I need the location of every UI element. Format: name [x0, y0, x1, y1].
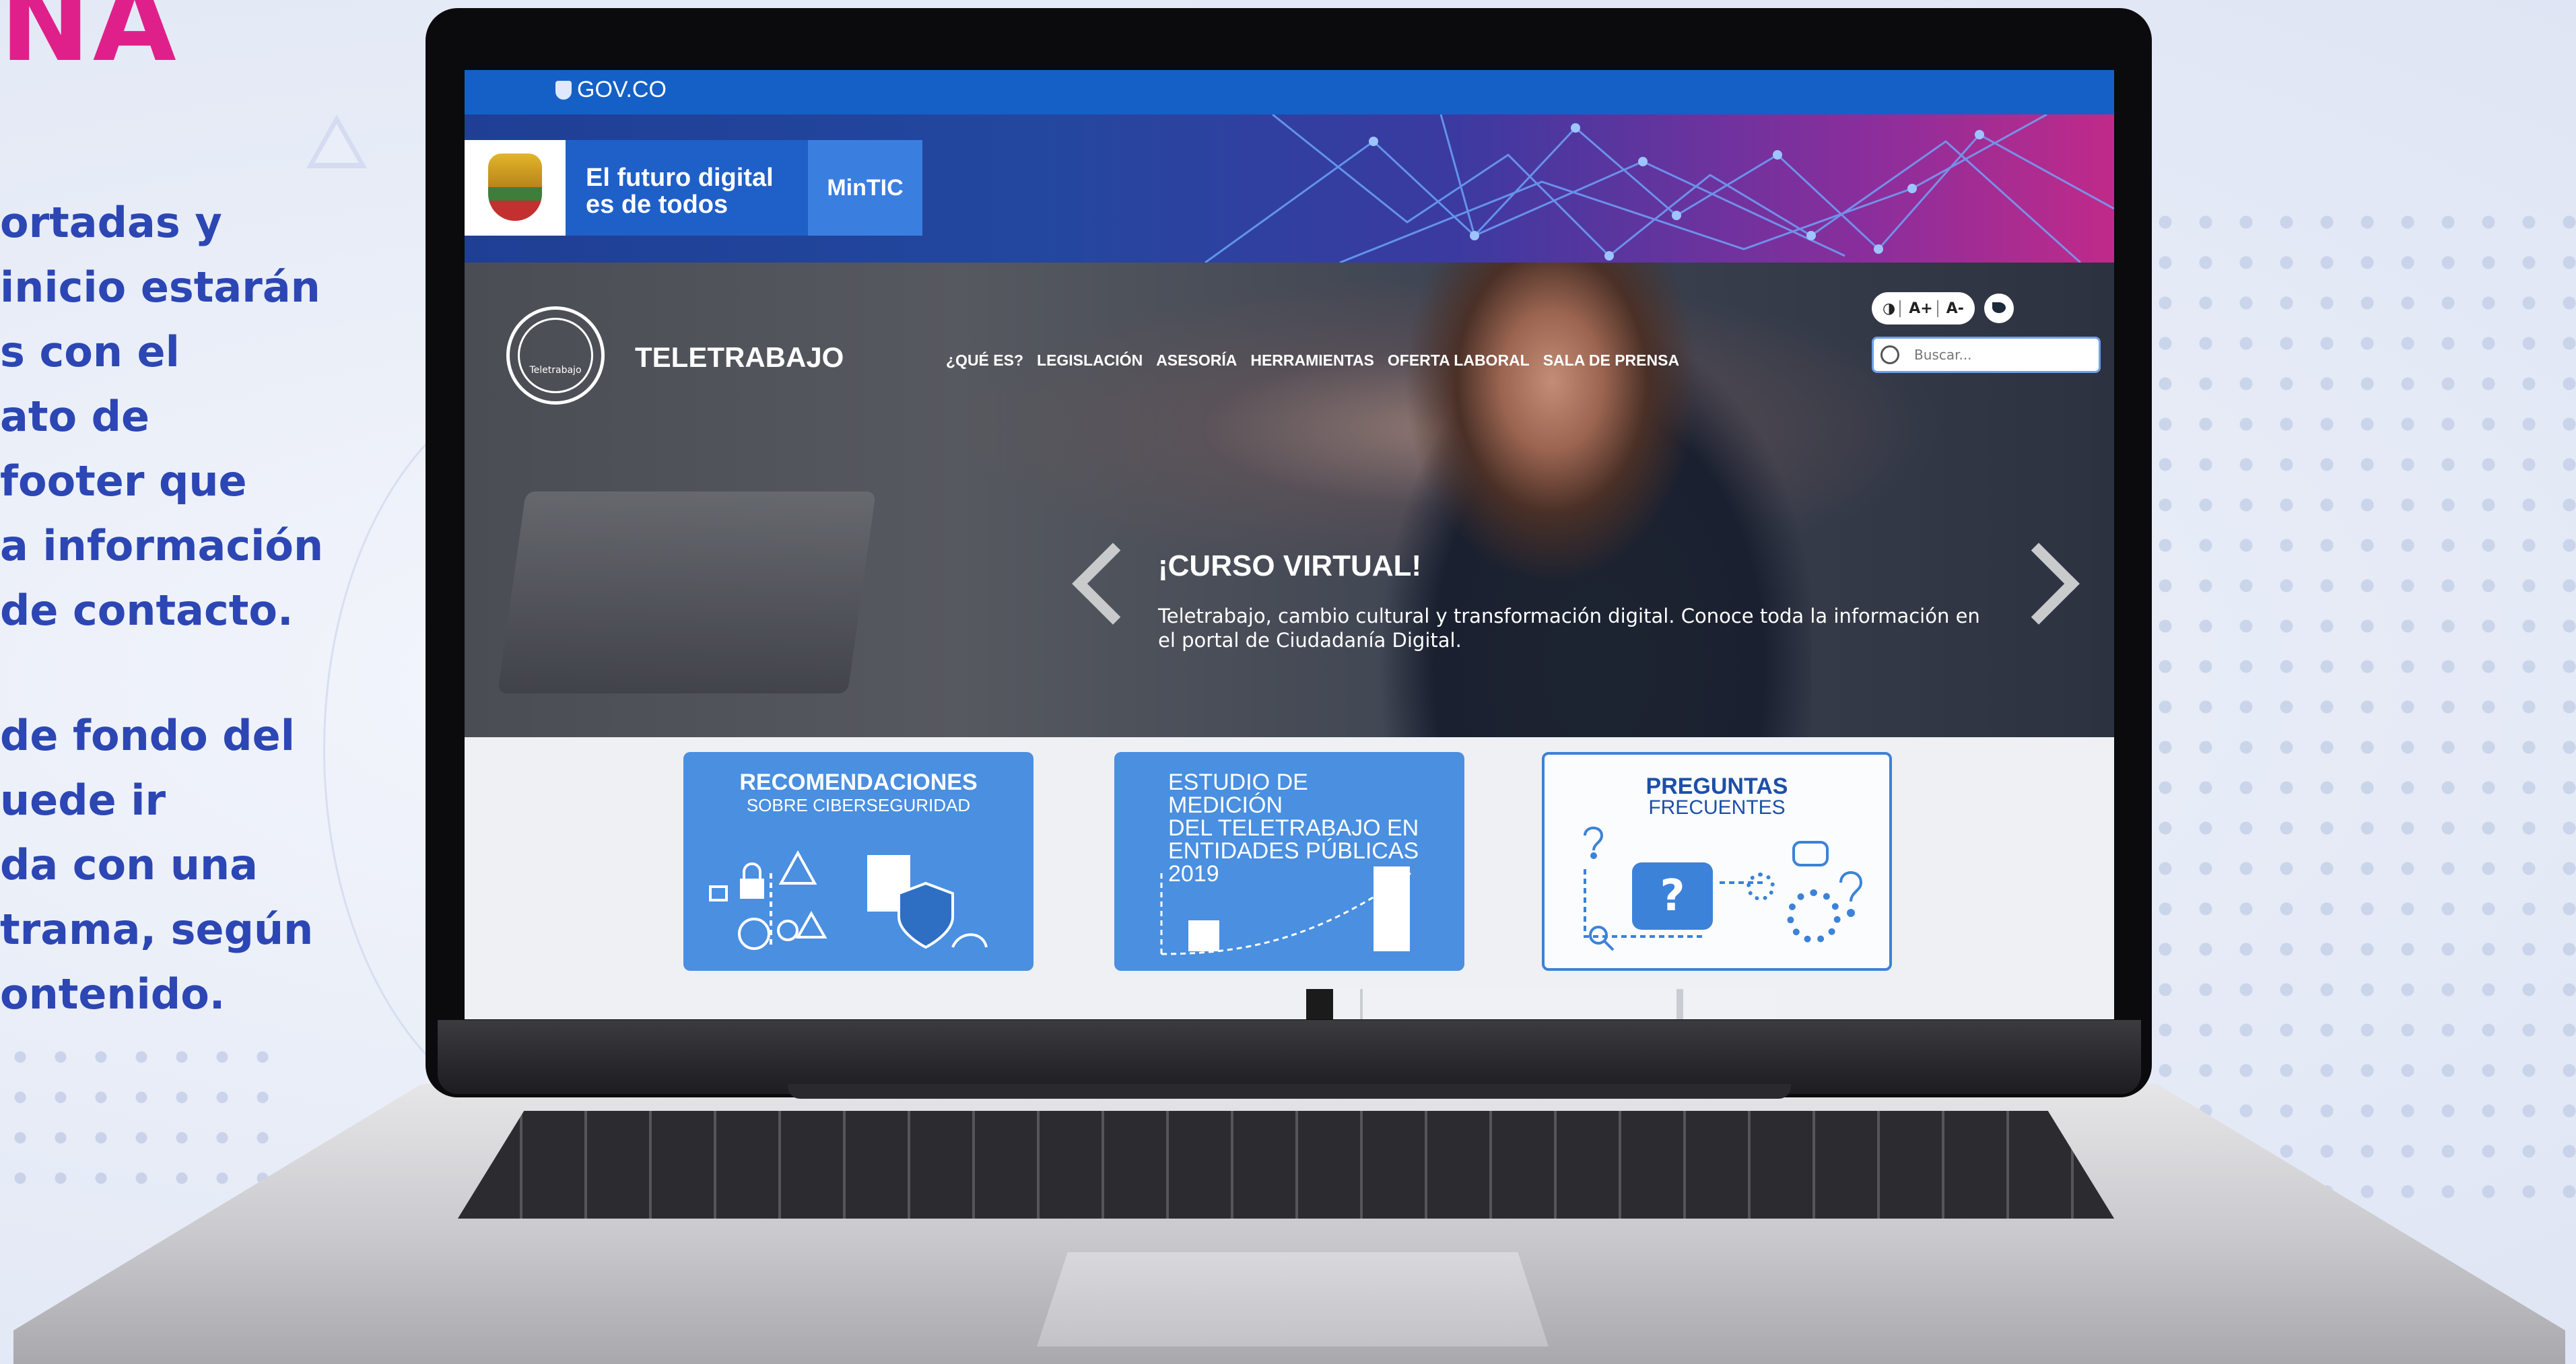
brand-slogan: El futuro digital es de todos: [586, 164, 774, 219]
card-subtitle: FRECUENTES: [1648, 796, 1786, 819]
mintic-logo[interactable]: MinTIC: [808, 140, 922, 236]
card-preguntas-frecuentes[interactable]: PREGUNTAS FRECUENTES ?: [1542, 752, 1892, 971]
search-box: [1872, 337, 2101, 373]
nav-que-es[interactable]: ¿QUÉ ES?: [946, 351, 1023, 370]
accessibility-tools: ◑ A+ A-: [1872, 292, 2014, 325]
hero-slider: [465, 263, 2114, 737]
contrast-button[interactable]: ◑: [1878, 300, 1901, 317]
laptop-screen: GOV.CO El futuro digital es de todos Min…: [465, 70, 2114, 1019]
laptop-trackpad: [1037, 1252, 1549, 1346]
description-paragraph-1: ortadas y inicio estarán s con el ato de…: [0, 198, 324, 635]
chart-bar-large: [1374, 866, 1410, 951]
laptop-lid-bezel: [438, 1020, 2141, 1094]
next-section-preview: [1306, 989, 1777, 1019]
laptop-keyboard: [458, 1111, 2114, 1219]
coat-of-arms-logo: [465, 140, 566, 236]
search-icon[interactable]: [1880, 345, 1899, 364]
card-title: RECOMENDACIONES: [739, 770, 978, 795]
site-name: TELETRABAJO: [635, 341, 844, 373]
dot-pattern-left: [0, 1037, 283, 1185]
card-ciberseguridad[interactable]: RECOMENDACIONES SOBRE CIBERSEGURIDAD: [683, 752, 1033, 971]
hero-person-image: [1340, 263, 1811, 737]
security-illustration-icon: [709, 850, 988, 950]
font-decrease-button[interactable]: A-: [1942, 300, 1968, 317]
gov-bar: GOV.CO: [465, 70, 2114, 114]
laptop-hinge: [788, 1084, 1791, 1099]
accessibility-pill: ◑ A+ A-: [1872, 292, 1975, 325]
chart-bar-small: [1188, 920, 1219, 951]
nav-oferta-laboral[interactable]: OFERTA LABORAL: [1388, 351, 1530, 370]
page-heading-fragment: NA: [0, 0, 179, 86]
twitter-icon[interactable]: [1984, 294, 2014, 323]
nav-sala-de-prensa[interactable]: SALA DE PRENSA: [1543, 351, 1679, 370]
card-subtitle: SOBRE CIBERSEGURIDAD: [746, 795, 971, 815]
nav-asesoria[interactable]: ASESORÍA: [1156, 351, 1237, 370]
search-input[interactable]: [1913, 344, 2091, 366]
hero-laptop-image: [497, 491, 877, 693]
card-estudio-medicion[interactable]: ESTUDIO DE MEDICIÓN DEL TELETRABAJO EN E…: [1114, 752, 1464, 971]
gov-shield-icon: [555, 81, 572, 100]
dot-pattern: [2105, 202, 2576, 1212]
slide-title: ¡CURSO VIRTUAL!: [1158, 549, 1422, 582]
main-nav: ¿QUÉ ES? LEGISLACIÓN ASESORÍA HERRAMIENT…: [946, 351, 1679, 370]
teletrabajo-logo[interactable]: Teletrabajo: [506, 306, 605, 405]
triangle-decoration: [306, 114, 367, 168]
slide-description: Teletrabajo, cambio cultural y transform…: [1158, 605, 1980, 652]
description-paragraph-2: de fondo del uede ir da con una trama, s…: [0, 711, 314, 1019]
gov-logo[interactable]: GOV.CO: [555, 77, 667, 103]
faq-illustration-icon: [1584, 826, 1863, 951]
card-title: PREGUNTAS: [1646, 774, 1788, 799]
nav-legislacion[interactable]: LEGISLACIÓN: [1037, 351, 1143, 370]
nav-herramientas[interactable]: HERRAMIENTAS: [1250, 351, 1374, 370]
font-increase-button[interactable]: A+: [1905, 300, 1938, 317]
